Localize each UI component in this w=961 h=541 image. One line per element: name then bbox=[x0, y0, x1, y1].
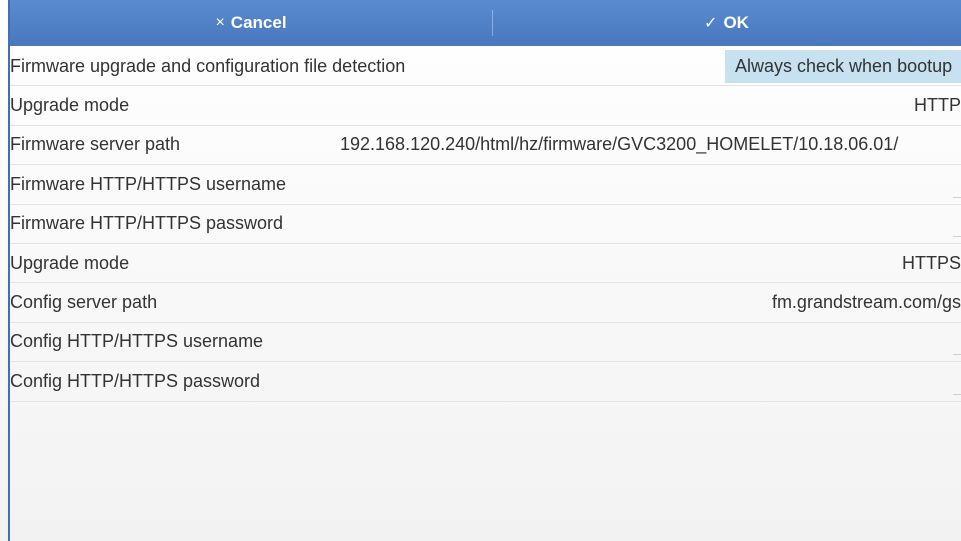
setting-label: Config server path bbox=[10, 292, 158, 313]
firmware-username-field[interactable] bbox=[953, 196, 961, 198]
setting-row-firmware-detection[interactable]: Firmware upgrade and configuration file … bbox=[10, 47, 961, 87]
setting-label: Upgrade mode bbox=[10, 252, 130, 273]
setting-label: Firmware HTTP/HTTPS password bbox=[10, 213, 284, 234]
setting-row-config-password[interactable]: Config HTTP/HTTPS password bbox=[10, 362, 961, 402]
setting-row-firmware-server-path[interactable]: Firmware server path 192.168.120.240/htm… bbox=[10, 126, 961, 166]
setting-row-config-username[interactable]: Config HTTP/HTTPS username bbox=[10, 323, 961, 363]
setting-label: Firmware HTTP/HTTPS username bbox=[10, 173, 287, 194]
setting-row-firmware-username[interactable]: Firmware HTTP/HTTPS username bbox=[10, 165, 961, 205]
settings-list: Firmware upgrade and configuration file … bbox=[10, 47, 961, 402]
close-icon: × bbox=[215, 14, 225, 31]
setting-label: Config HTTP/HTTPS username bbox=[10, 331, 264, 352]
setting-label: Firmware server path bbox=[10, 134, 181, 155]
detection-select[interactable]: Always check when bootup bbox=[725, 50, 961, 83]
cancel-button[interactable]: × Cancel bbox=[10, 0, 492, 46]
ok-label: OK bbox=[723, 13, 749, 32]
setting-row-config-upgrade-mode[interactable]: Upgrade mode HTTPS bbox=[10, 244, 961, 284]
firmware-server-path-field[interactable]: 192.168.120.240/html/hz/firmware/GVC3200… bbox=[340, 126, 961, 164]
toolbar-divider bbox=[492, 10, 493, 36]
setting-label: Config HTTP/HTTPS password bbox=[10, 370, 261, 391]
setting-label: Upgrade mode bbox=[10, 95, 130, 116]
config-upgrade-mode-value[interactable]: HTTPS bbox=[902, 244, 961, 282]
check-icon: ✓ bbox=[704, 15, 718, 32]
firmware-password-field[interactable] bbox=[953, 235, 961, 237]
settings-screen: × Cancel ✓ OK Firmware upgrade and confi… bbox=[0, 0, 961, 541]
setting-row-upgrade-mode[interactable]: Upgrade mode HTTP bbox=[10, 86, 961, 126]
setting-row-firmware-password[interactable]: Firmware HTTP/HTTPS password bbox=[10, 205, 961, 244]
action-bar: × Cancel ✓ OK bbox=[10, 0, 961, 46]
upgrade-mode-value[interactable]: HTTP bbox=[914, 86, 961, 124]
cancel-label: Cancel bbox=[230, 13, 287, 32]
setting-label: Firmware upgrade and configuration file … bbox=[10, 55, 406, 76]
config-username-field[interactable] bbox=[953, 353, 961, 356]
ok-button[interactable]: ✓ OK bbox=[492, 0, 961, 46]
config-server-path-field[interactable]: fm.grandstream.com/gs bbox=[772, 283, 961, 321]
setting-row-config-server-path[interactable]: Config server path fm.grandstream.com/gs bbox=[10, 283, 961, 323]
config-password-field[interactable] bbox=[953, 393, 961, 395]
